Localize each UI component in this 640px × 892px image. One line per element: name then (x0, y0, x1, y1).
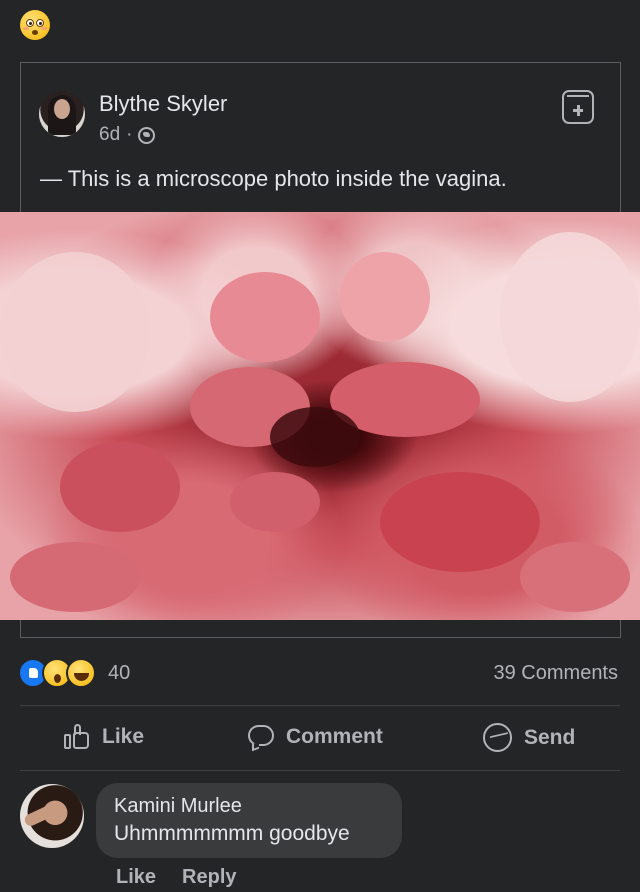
like-button[interactable]: Like (62, 722, 144, 752)
flushed-face-icon (20, 10, 50, 40)
messenger-icon (482, 722, 514, 754)
author-avatar[interactable] (39, 91, 85, 137)
comment-like-button[interactable]: Like (116, 866, 156, 889)
comment-label: Comment (286, 725, 383, 748)
comments-count[interactable]: 39 Comments (494, 662, 619, 685)
comment-reply-button[interactable]: Reply (182, 866, 236, 889)
author-name[interactable]: Blythe Skyler (99, 91, 227, 117)
post-photo[interactable] (0, 212, 640, 620)
thumbs-up-icon (62, 722, 92, 752)
reaction-count[interactable]: 40 (108, 662, 130, 685)
comment-button[interactable]: Comment (246, 722, 383, 752)
comment-bubble-icon (246, 722, 276, 752)
globe-icon[interactable] (138, 126, 156, 144)
comment-bubble: Kamini Murlee Uhmmmmmmm goodbye (96, 783, 402, 858)
post-text: — This is a microscope photo inside the … (40, 166, 507, 191)
like-label: Like (102, 725, 145, 748)
post-time[interactable]: 6d (99, 124, 120, 146)
post-meta: 6d · (99, 124, 156, 146)
send-button[interactable]: Send (482, 722, 575, 754)
commenter-avatar[interactable] (20, 784, 84, 848)
divider (20, 705, 620, 706)
send-label: Send (524, 726, 576, 749)
comment-text: Uhmmmmmmm goodbye (114, 822, 350, 845)
comment-actions: Like Reply (116, 866, 237, 889)
divider (20, 770, 620, 771)
save-icon[interactable] (562, 90, 594, 124)
haha-reaction-icon (66, 658, 96, 688)
meta-separator: · (126, 124, 133, 145)
reaction-icons[interactable] (18, 658, 96, 688)
comment-author[interactable]: Kamini Murlee (114, 795, 384, 818)
